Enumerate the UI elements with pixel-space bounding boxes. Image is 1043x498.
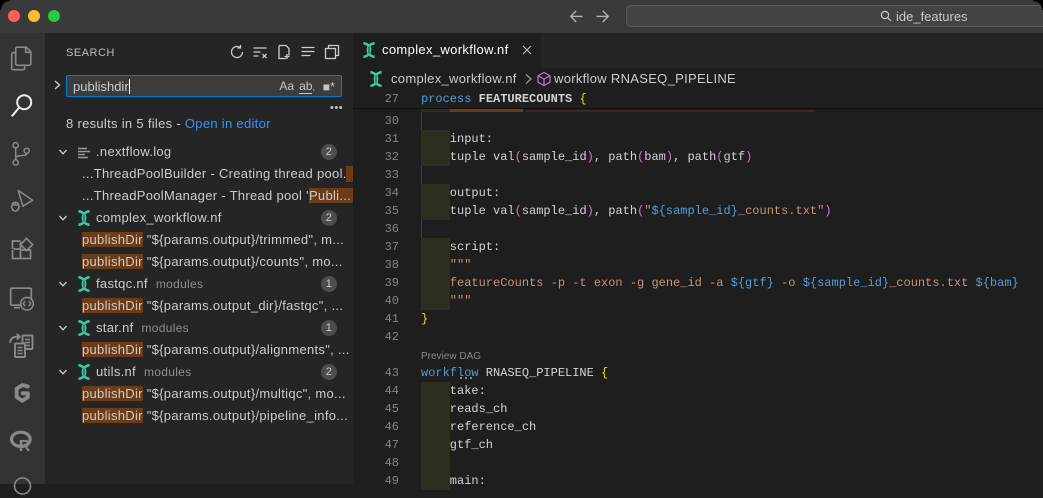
- svg-text:R: R: [19, 438, 31, 455]
